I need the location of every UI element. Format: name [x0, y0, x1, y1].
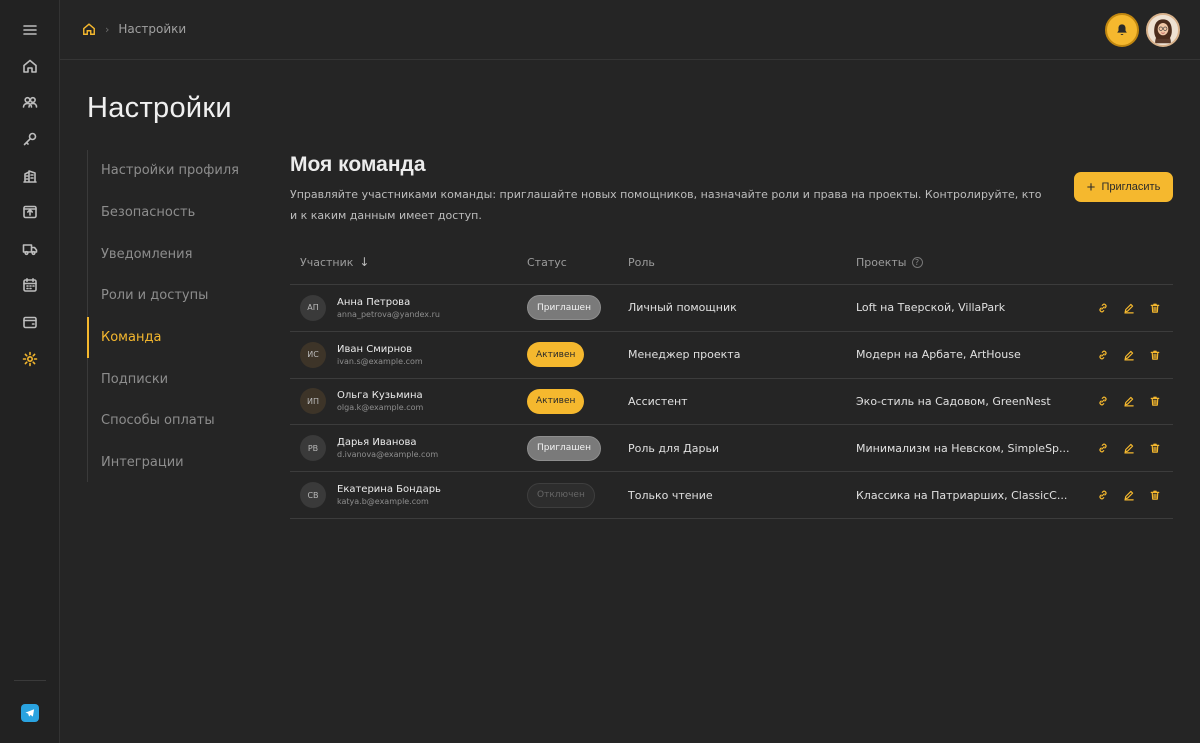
sort-down-icon[interactable]: ↓ — [359, 255, 369, 269]
users-icon[interactable] — [18, 90, 42, 114]
page-title: Настройки — [87, 92, 232, 124]
home-icon[interactable] — [82, 22, 96, 36]
member-projects: Модерн на Арбате, ArtHouse — [856, 348, 1021, 362]
delete-icon[interactable] — [1149, 395, 1161, 407]
invite-button-label: Пригласить — [1101, 181, 1161, 193]
calendar-icon[interactable] — [18, 273, 42, 297]
truck-icon[interactable] — [18, 237, 42, 261]
gear-icon[interactable] — [18, 347, 42, 371]
column-header-status: Статус — [527, 255, 567, 269]
table-row: РВ Дарья Иванова d.ivanova@example.com П… — [290, 425, 1173, 473]
home-icon[interactable] — [18, 54, 42, 78]
link-icon[interactable] — [1097, 395, 1109, 407]
help-icon[interactable]: ? — [911, 256, 923, 268]
column-header-projects: Проекты ? — [856, 256, 1089, 269]
member-email: ivan.s@example.com — [337, 356, 423, 366]
row-actions — [1089, 395, 1173, 407]
settings-nav-notifications[interactable]: Уведомления — [88, 233, 257, 275]
bell-icon — [1117, 24, 1127, 35]
status-badge: Отключен — [527, 482, 595, 508]
column-header-role: Роль — [628, 255, 655, 269]
breadcrumb: › Настройки — [82, 22, 186, 36]
top-bar: › Настройки — [60, 0, 1200, 60]
table-row: ИП Ольга Кузьмина olga.k@example.com Акт… — [290, 379, 1173, 426]
member-initials: ИП — [300, 388, 326, 415]
member-initials: АП — [300, 294, 326, 321]
edit-icon[interactable] — [1123, 395, 1135, 407]
table-header: Участник ↓ Статус Роль Проекты ? — [290, 240, 1173, 285]
row-actions — [1089, 302, 1173, 314]
settings-nav-integrations[interactable]: Интеграции — [88, 442, 257, 484]
side-rail — [0, 0, 60, 743]
building-icon[interactable] — [18, 164, 42, 188]
member-initials: РВ — [300, 435, 326, 462]
breadcrumb-current: Настройки — [118, 22, 187, 36]
settings-nav-security[interactable]: Безопасность — [88, 192, 257, 234]
link-icon[interactable] — [1097, 442, 1109, 454]
edit-icon[interactable] — [1123, 442, 1135, 454]
link-icon[interactable] — [1097, 302, 1109, 314]
menu-icon[interactable] — [18, 18, 42, 42]
wallet-icon[interactable] — [18, 310, 42, 334]
delete-icon[interactable] — [1149, 489, 1161, 501]
row-actions — [1089, 349, 1173, 361]
member-role: Ассистент — [628, 394, 688, 408]
member-projects: Минимализм на Невском, SimpleSp... — [856, 441, 1070, 455]
upload-box-icon[interactable] — [18, 200, 42, 224]
settings-nav-profile[interactable]: Настройки профиля — [88, 150, 257, 192]
notifications-button[interactable] — [1105, 13, 1139, 47]
edit-icon[interactable] — [1123, 349, 1135, 361]
breadcrumb-separator: › — [105, 22, 110, 36]
delete-icon[interactable] — [1149, 442, 1161, 454]
row-actions — [1089, 489, 1173, 501]
member-email: olga.k@example.com — [337, 403, 424, 413]
status-badge: Активен — [527, 388, 585, 414]
member-name: Иван Смирнов — [337, 343, 413, 355]
plus-icon: + — [1086, 178, 1096, 196]
invite-button[interactable]: + Пригласить — [1074, 172, 1173, 202]
member-name: Екатерина Бондарь — [337, 484, 441, 496]
edit-icon[interactable] — [1123, 489, 1135, 501]
member-projects: Эко-стиль на Садовом, GreenNest — [856, 394, 1051, 408]
link-icon[interactable] — [1097, 349, 1109, 361]
status-badge: Активен — [527, 342, 585, 368]
member-initials: ИС — [300, 341, 326, 368]
member-role: Менеджер проекта — [628, 348, 741, 362]
status-badge: Приглашен — [527, 295, 601, 321]
delete-icon[interactable] — [1149, 302, 1161, 314]
settings-nav-roles[interactable]: Роли и доступы — [88, 275, 257, 317]
member-role: Личный помощник — [628, 301, 737, 315]
delete-icon[interactable] — [1149, 349, 1161, 361]
member-name: Ольга Кузьмина — [337, 390, 423, 402]
member-role: Только чтение — [628, 488, 713, 502]
settings-nav: Настройки профиля Безопасность Уведомлен… — [87, 150, 257, 482]
telegram-icon[interactable] — [21, 704, 39, 722]
column-header-member[interactable]: Участник ↓ — [290, 255, 527, 269]
member-projects: Loft на Тверской, VillaPark — [856, 301, 1006, 315]
key-icon[interactable] — [18, 127, 42, 151]
table-row: ИС Иван Смирнов ivan.s@example.com Актив… — [290, 332, 1173, 379]
status-badge: Приглашен — [527, 435, 601, 461]
section-description: Управляйте участниками команды: приглаша… — [290, 188, 1042, 222]
table-row: СВ Екатерина Бондарь katya.b@example.com… — [290, 472, 1173, 519]
member-name: Дарья Иванова — [337, 437, 417, 449]
user-avatar[interactable] — [1146, 13, 1180, 47]
member-projects: Классика на Патриарших, ClassicC... — [856, 488, 1068, 502]
link-icon[interactable] — [1097, 489, 1109, 501]
section-title: Моя команда — [290, 153, 426, 176]
team-table: Участник ↓ Статус Роль Проекты ? АП Анна… — [290, 240, 1173, 519]
member-email: d.ivanova@example.com — [337, 450, 439, 460]
row-actions — [1089, 442, 1173, 454]
edit-icon[interactable] — [1123, 302, 1135, 314]
member-email: anna_petrova@yandex.ru — [337, 309, 440, 319]
rail-divider — [14, 680, 46, 681]
member-role: Роль для Дарьи — [628, 441, 720, 455]
member-email: katya.b@example.com — [337, 497, 429, 507]
settings-nav-team[interactable]: Команда — [87, 316, 257, 359]
member-initials: СВ — [300, 482, 326, 509]
settings-nav-subscriptions[interactable]: Подписки — [88, 358, 257, 400]
member-name: Анна Петрова — [337, 296, 411, 308]
table-row: АП Анна Петрова anna_petrova@yandex.ru П… — [290, 285, 1173, 332]
settings-nav-payment[interactable]: Способы оплаты — [88, 400, 257, 442]
